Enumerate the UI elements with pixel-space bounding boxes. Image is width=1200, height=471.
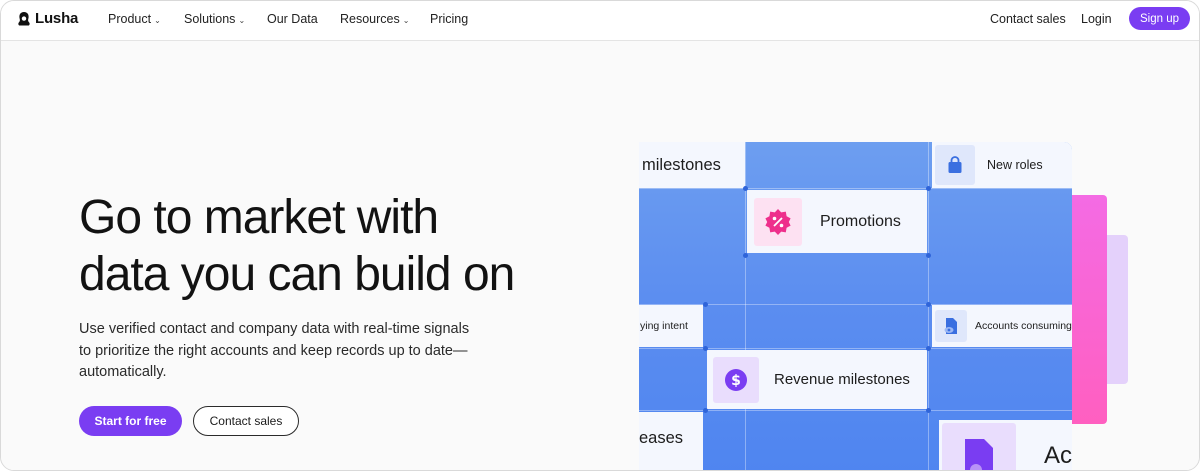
page-frame: Lusha Product ⌄ Solutions ⌄ Our Data Res… xyxy=(0,0,1200,471)
connector-dot xyxy=(703,346,708,351)
card-label: Promotions xyxy=(820,212,901,230)
icon-container xyxy=(942,423,1016,470)
nav-item-pricing[interactable]: Pricing xyxy=(430,12,468,26)
hero-headline-line-2: data you can build on xyxy=(79,248,515,301)
buying-intent-card: ying intent xyxy=(639,305,703,347)
new-roles-card: New roles xyxy=(932,142,1072,188)
card-label: eases xyxy=(639,428,684,447)
nav-item-label: Our Data xyxy=(267,12,318,26)
signup-button[interactable]: Sign up xyxy=(1129,7,1190,30)
connector-dot xyxy=(703,302,708,307)
nav-item-label: Solutions xyxy=(184,12,236,26)
grid-line xyxy=(745,142,746,470)
pink-accent-bar xyxy=(1069,195,1107,424)
icon-container xyxy=(935,145,975,185)
lavender-accent-bar xyxy=(1107,235,1128,384)
partial-card: Ac xyxy=(939,420,1072,470)
connector-dot xyxy=(926,346,931,351)
nav-item-label: Product xyxy=(108,12,152,26)
connector-dot xyxy=(926,408,931,413)
connector-dot xyxy=(743,186,748,191)
nav-item-resources[interactable]: Resources ⌄ xyxy=(340,12,409,26)
connector-dot xyxy=(743,253,748,258)
nav-item-label: Pricing xyxy=(430,12,469,26)
icon-container xyxy=(935,310,967,342)
card-label: Revenue milestones xyxy=(774,371,910,388)
chevron-down-icon: ⌄ xyxy=(238,15,246,25)
brand-name: Lusha xyxy=(35,10,79,27)
card-label: milestones xyxy=(642,155,721,174)
document-eye-icon xyxy=(944,318,957,334)
nav-item-our-data[interactable]: Our Data xyxy=(267,12,318,26)
connector-dot xyxy=(926,253,931,258)
contact-sales-button[interactable]: Contact sales xyxy=(193,406,299,436)
milestones-card: milestones xyxy=(639,142,745,188)
hero-headline: Go to market with data you can build on xyxy=(79,189,599,303)
promotions-card: Promotions xyxy=(747,190,927,253)
grid-line xyxy=(639,188,1072,189)
card-label: New roles xyxy=(987,158,1043,172)
top-navigation: Lusha Product ⌄ Solutions ⌄ Our Data Res… xyxy=(1,1,1199,41)
hero-headline-line-1: Go to market with xyxy=(79,191,439,244)
signals-visual-panel: milestones New roles Promotions ying int… xyxy=(639,142,1072,470)
revenue-milestones-card: $ Revenue milestones xyxy=(707,350,927,409)
lusha-logo-icon xyxy=(18,11,30,25)
connector-dot xyxy=(703,408,708,413)
shopping-bag-icon xyxy=(948,156,962,173)
start-for-free-button[interactable]: Start for free xyxy=(79,406,182,436)
nav-item-solutions[interactable]: Solutions ⌄ xyxy=(184,12,245,26)
chevron-down-icon: ⌄ xyxy=(402,15,410,25)
nav-item-label: Resources xyxy=(340,12,400,26)
nav-contact-sales-link[interactable]: Contact sales xyxy=(990,12,1066,26)
nav-login-link[interactable]: Login xyxy=(1081,12,1112,26)
card-label: Accounts consuming xyxy=(975,320,1072,332)
hero-subtext: Use verified contact and company data wi… xyxy=(79,321,470,380)
logo[interactable]: Lusha xyxy=(17,10,78,27)
nav-item-product[interactable]: Product ⌄ xyxy=(108,12,161,26)
accounts-consuming-card: Accounts consuming xyxy=(932,305,1072,347)
chevron-down-icon: ⌄ xyxy=(154,15,161,25)
icon-container xyxy=(754,197,802,246)
icon-container: $ xyxy=(713,356,759,403)
document-icon xyxy=(964,439,993,470)
releases-card: eases xyxy=(639,412,703,470)
svg-text:$: $ xyxy=(731,373,741,389)
card-label: ying intent xyxy=(640,320,688,332)
connector-dot xyxy=(926,302,931,307)
dollar-coin-icon: $ xyxy=(725,368,747,391)
card-label: Ac xyxy=(1043,442,1072,469)
percent-badge-icon xyxy=(765,208,791,235)
connector-dot xyxy=(926,186,931,191)
